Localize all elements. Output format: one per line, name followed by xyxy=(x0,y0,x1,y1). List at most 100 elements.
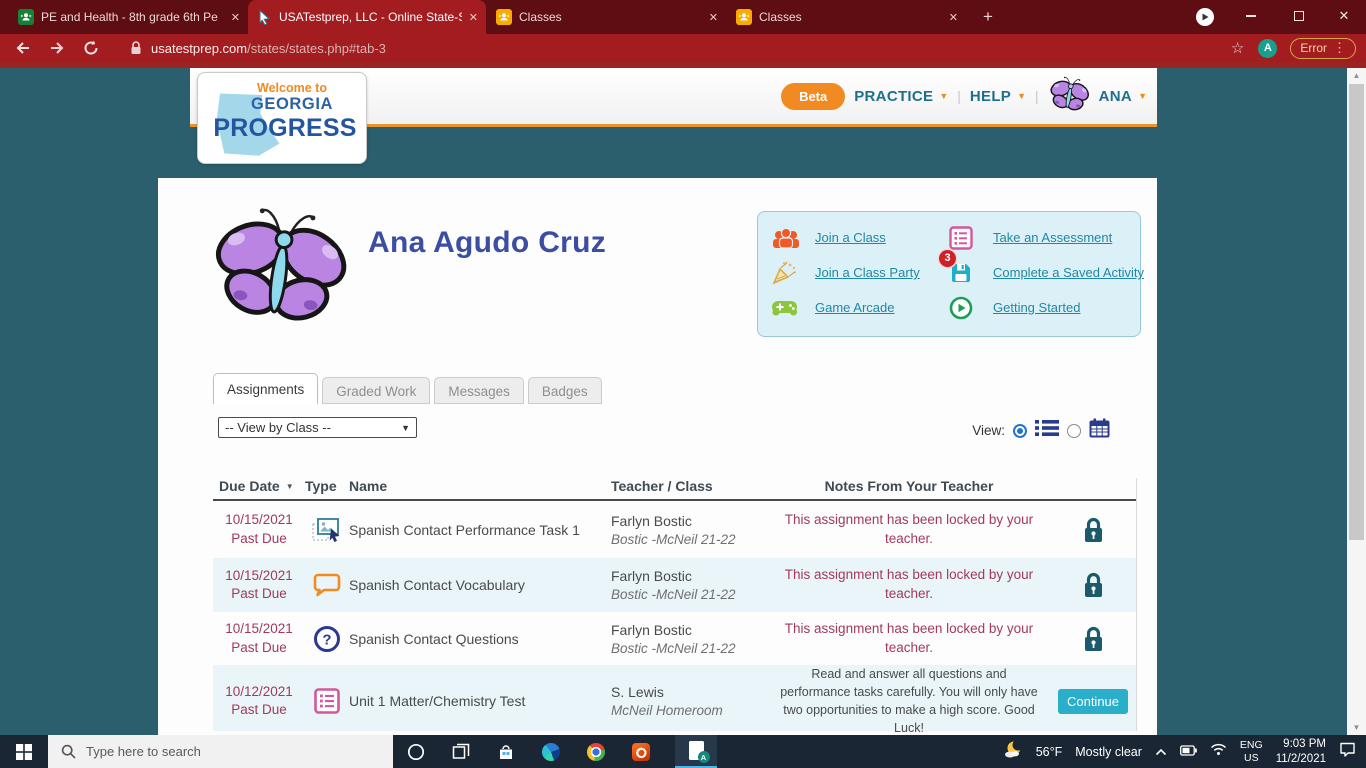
scroll-down-icon[interactable]: ▼ xyxy=(1347,723,1366,732)
weather-temp[interactable]: 56°F xyxy=(1036,745,1063,759)
notification-center-icon[interactable] xyxy=(1339,741,1356,762)
due-date: 10/15/2021 xyxy=(225,621,293,637)
chrome-tab-bar: PE and Health - 8th grade 6th Pe ✕ USATe… xyxy=(0,0,1366,34)
weather-icon[interactable] xyxy=(1003,739,1024,764)
teacher-name: Farlyn Bostic xyxy=(611,568,692,584)
calendar-view-radio[interactable] xyxy=(1067,423,1081,438)
tab-close-icon[interactable]: ✕ xyxy=(469,11,478,24)
tab-title: USATestprep, LLC - Online State-S xyxy=(279,10,462,24)
tab-title: PE and Health - 8th grade 6th Pe xyxy=(41,10,218,24)
nav-user-menu[interactable]: ANA xyxy=(1099,88,1132,105)
reload-button[interactable] xyxy=(82,39,100,57)
quick-link-getting-started[interactable]: Getting Started xyxy=(949,290,1144,325)
language-indicator[interactable]: ENG US xyxy=(1240,739,1263,764)
svg-text:?: ? xyxy=(322,631,331,648)
quick-link-join-class[interactable]: Join a Class xyxy=(771,220,949,255)
kebab-menu-icon: ⋮ xyxy=(1333,40,1346,55)
party-popper-icon xyxy=(771,260,815,286)
tab-graded-work[interactable]: Graded Work xyxy=(322,377,431,404)
tray-date: 11/2/2021 xyxy=(1275,752,1326,765)
page-scrollbar[interactable]: ▲ ▼ xyxy=(1347,68,1366,735)
nav-help[interactable]: HELP xyxy=(970,88,1011,105)
tab-close-icon[interactable]: ✕ xyxy=(231,11,240,24)
error-label: Error xyxy=(1300,41,1327,55)
georgia-progress-logo[interactable]: Welcome to GEORGIA PROGRESS xyxy=(197,72,367,164)
student-butterfly-avatar xyxy=(198,192,361,344)
screen: PE and Health - 8th grade 6th Pe ✕ USATe… xyxy=(0,0,1366,768)
window-close-button[interactable]: ✕ xyxy=(1322,0,1366,32)
taskbar-search-input[interactable] xyxy=(86,744,346,759)
cortana-button[interactable] xyxy=(393,735,438,768)
logo-welcome: Welcome to xyxy=(257,81,327,95)
logo-text: Welcome to GEORGIA PROGRESS xyxy=(198,73,366,143)
clock[interactable]: 9:03 PM 11/2/2021 xyxy=(1276,737,1326,766)
view-by-class-select[interactable]: -- View by Class -- ▼ xyxy=(218,417,417,438)
browser-profile-avatar[interactable]: A xyxy=(1258,38,1278,58)
tab-assignments[interactable]: Assignments xyxy=(213,373,319,404)
calendar-view-icon[interactable] xyxy=(1089,418,1110,443)
teacher-note: This assignment has been locked by your … xyxy=(784,511,1034,546)
saved-activity-count-badge: 3 xyxy=(939,249,956,267)
browser-tab-usatestprep[interactable]: USATestprep, LLC - Online State-S ✕ xyxy=(248,0,486,34)
new-tab-button[interactable]: + xyxy=(978,7,998,27)
browser-error-menu-button[interactable]: Error ⋮ xyxy=(1290,37,1356,59)
quick-link-game-arcade[interactable]: Game Arcade xyxy=(771,290,949,325)
wifi-icon[interactable] xyxy=(1210,742,1227,761)
app-avatar-badge: A xyxy=(697,751,710,763)
microsoft-store-icon[interactable] xyxy=(483,735,528,768)
https-lock-icon[interactable] xyxy=(130,41,142,55)
maximize-icon xyxy=(1294,11,1304,21)
assignment-name: Spanish Contact Questions xyxy=(349,630,519,647)
system-tray: 56°F Mostly clear ENG US 9:03 PM 11/2/20… xyxy=(1003,735,1366,768)
nav-practice[interactable]: PRACTICE xyxy=(854,88,933,105)
tab-close-icon[interactable]: ✕ xyxy=(949,11,958,24)
continue-button[interactable]: Continue xyxy=(1057,688,1129,714)
tab-messages[interactable]: Messages xyxy=(434,377,524,404)
beta-button[interactable]: Beta xyxy=(781,82,846,110)
nav-separator: | xyxy=(957,88,961,104)
view-label: View: xyxy=(972,423,1005,438)
test-checklist-icon xyxy=(305,688,349,715)
list-view-radio[interactable] xyxy=(1013,423,1027,438)
weather-desc[interactable]: Mostly clear xyxy=(1075,745,1142,759)
address-bar[interactable]: usatestprep.com/states/states.php#tab-3 xyxy=(151,41,386,56)
due-status: Past Due xyxy=(231,702,287,718)
nav-user-butterfly-avatar xyxy=(1044,71,1094,121)
battery-icon[interactable] xyxy=(1179,743,1197,761)
assignments-table: Due Date ▼ Type Name Teacher / Class Not… xyxy=(213,478,1137,735)
start-button[interactable] xyxy=(0,735,48,768)
window-minimize-button[interactable] xyxy=(1228,0,1274,32)
media-controls-button[interactable] xyxy=(1196,8,1214,26)
quick-link-take-assessment[interactable]: Take an Assessment xyxy=(949,220,1144,255)
bookmark-star-icon[interactable]: ☆ xyxy=(1231,39,1244,57)
scrollbar-thumb[interactable] xyxy=(1349,84,1364,540)
table-row: 10/12/2021 Past Due Unit 1 Matter/Chemis… xyxy=(213,665,1136,735)
chrome-icon[interactable] xyxy=(573,735,618,768)
browser-tab-pe-health[interactable]: PE and Health - 8th grade 6th Pe ✕ xyxy=(10,0,248,34)
list-view-icon[interactable] xyxy=(1035,419,1059,442)
quick-link-join-class-party[interactable]: Join a Class Party xyxy=(771,255,949,290)
dashboard-tabs: Assignments Graded Work Messages Badges xyxy=(213,373,606,404)
teacher-name: Farlyn Bostic xyxy=(611,621,692,638)
window-maximize-button[interactable] xyxy=(1276,0,1322,32)
assignment-name: Spanish Contact Vocabulary xyxy=(349,577,525,593)
edge-icon[interactable] xyxy=(528,735,573,768)
task-view-button[interactable] xyxy=(438,735,483,768)
tab-badges[interactable]: Badges xyxy=(527,377,602,404)
scroll-up-icon[interactable]: ▲ xyxy=(1347,71,1366,80)
tray-chevron-up-icon[interactable] xyxy=(1155,743,1167,761)
active-app-button[interactable]: A xyxy=(675,735,717,768)
classroom-yellow-icon xyxy=(496,9,512,25)
tab-title: Classes xyxy=(759,10,802,24)
tab-close-icon[interactable]: ✕ xyxy=(709,11,718,24)
nav-separator: | xyxy=(1035,88,1039,104)
taskbar-search[interactable] xyxy=(48,735,393,768)
back-button[interactable] xyxy=(14,39,32,57)
due-date: 10/12/2021 xyxy=(225,684,293,700)
office-icon[interactable] xyxy=(618,735,663,768)
browser-tab-classes-1[interactable]: Classes ✕ xyxy=(488,0,726,34)
quick-link-saved-activity[interactable]: 3 Complete a Saved Activity xyxy=(939,249,1144,290)
browser-tab-classes-2[interactable]: Classes ✕ xyxy=(728,0,966,34)
column-header-due-date[interactable]: Due Date ▼ xyxy=(213,478,305,494)
forward-button[interactable] xyxy=(48,39,66,57)
